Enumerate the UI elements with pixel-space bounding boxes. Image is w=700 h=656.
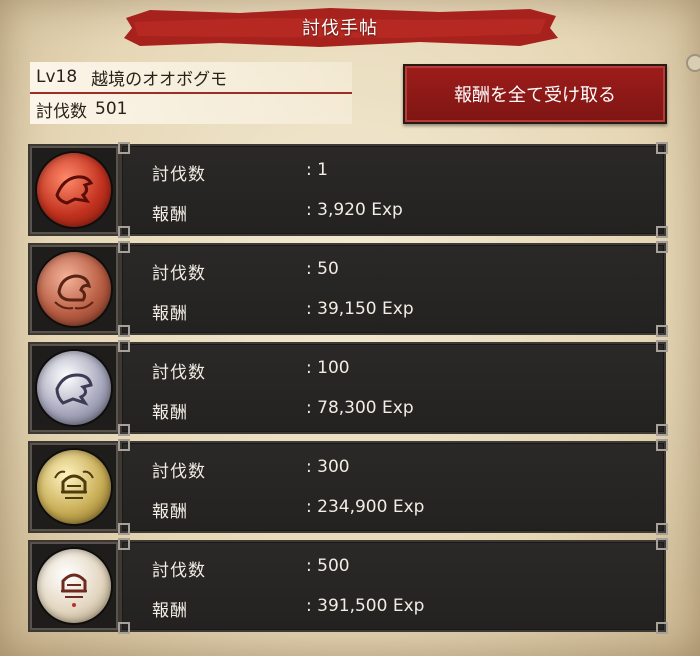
kills-line: 討伐数 : 100	[152, 358, 350, 383]
reward-line: 報酬 : 234,900 Exp	[152, 497, 424, 522]
reward-exp: : 3,920 Exp	[306, 200, 403, 220]
platinum-helmet-medal-icon	[37, 549, 111, 623]
kills-value: 501	[95, 99, 128, 119]
decorative-ring-icon	[686, 54, 700, 72]
kills-label: 討伐数	[152, 462, 206, 482]
kills-requirement: : 1	[306, 160, 328, 180]
kills-requirement: : 50	[306, 259, 339, 279]
kills-label: 討伐数	[152, 363, 206, 383]
reward-label: 報酬	[152, 205, 188, 225]
kills-line: 討伐数 : 50	[152, 259, 339, 284]
reward-exp: : 78,300 Exp	[306, 398, 414, 418]
page-title: 討伐手帖	[302, 18, 378, 39]
reward-line: 報酬 : 39,150 Exp	[152, 299, 414, 324]
gold-helmet-medal-icon	[37, 450, 111, 524]
reward-line: 報酬 : 391,500 Exp	[152, 596, 424, 621]
kills-label: 討伐数	[152, 165, 206, 185]
medal-frame	[28, 540, 120, 632]
reward-row: 討伐数 : 50 報酬 : 39,150 Exp	[28, 241, 668, 337]
monster-kills-row: 討伐数 501	[30, 94, 352, 124]
reward-label: 報酬	[152, 502, 188, 522]
copper-beast-medal-icon	[37, 252, 111, 326]
monster-level: Lv18	[36, 67, 78, 87]
reward-panel: 討伐数 : 100 報酬 : 78,300 Exp	[118, 340, 668, 436]
reward-row: 討伐数 : 300 報酬 : 234,900 Exp	[28, 439, 668, 535]
reward-label: 報酬	[152, 304, 188, 324]
kills-line: 討伐数 : 1	[152, 160, 328, 185]
kills-label: 討伐数	[36, 101, 87, 122]
kills-label: 討伐数	[152, 264, 206, 284]
reward-exp: : 39,150 Exp	[306, 299, 414, 319]
monster-name: 越境のオオボグモ	[91, 69, 228, 90]
reward-row: 討伐数 : 500 報酬 : 391,500 Exp	[28, 538, 668, 634]
reward-label: 報酬	[152, 601, 188, 621]
reward-panel: 討伐数 : 500 報酬 : 391,500 Exp	[118, 538, 668, 634]
silver-beast-medal-icon	[37, 351, 111, 425]
kills-line: 討伐数 : 500	[152, 556, 350, 581]
medal-frame	[28, 342, 120, 434]
reward-panel: 討伐数 : 1 報酬 : 3,920 Exp	[118, 142, 668, 238]
reward-panel: 討伐数 : 50 報酬 : 39,150 Exp	[118, 241, 668, 337]
reward-line: 報酬 : 3,920 Exp	[152, 200, 403, 225]
reward-row: 討伐数 : 100 報酬 : 78,300 Exp	[28, 340, 668, 436]
monster-name-row: Lv18 越境のオオボグモ	[30, 62, 352, 94]
kills-line: 討伐数 : 300	[152, 457, 350, 482]
reward-label: 報酬	[152, 403, 188, 423]
medal-frame	[28, 441, 120, 533]
reward-panel: 討伐数 : 300 報酬 : 234,900 Exp	[118, 439, 668, 535]
kills-requirement: : 100	[306, 358, 350, 378]
reward-row: 討伐数 : 1 報酬 : 3,920 Exp	[28, 142, 668, 238]
reward-exp: : 234,900 Exp	[306, 497, 425, 517]
kills-label: 討伐数	[152, 561, 206, 581]
red-beast-medal-icon	[37, 153, 111, 227]
medal-frame	[28, 243, 120, 335]
title-banner: 討伐手帖	[120, 4, 560, 50]
reward-exp: : 391,500 Exp	[306, 596, 425, 616]
reward-line: 報酬 : 78,300 Exp	[152, 398, 414, 423]
monster-info: Lv18 越境のオオボグモ 討伐数 501	[30, 62, 352, 124]
medal-frame	[28, 144, 120, 236]
kills-requirement: : 500	[306, 556, 350, 576]
kills-requirement: : 300	[306, 457, 350, 477]
claim-all-rewards-button[interactable]: 報酬を全て受け取る	[403, 64, 667, 124]
